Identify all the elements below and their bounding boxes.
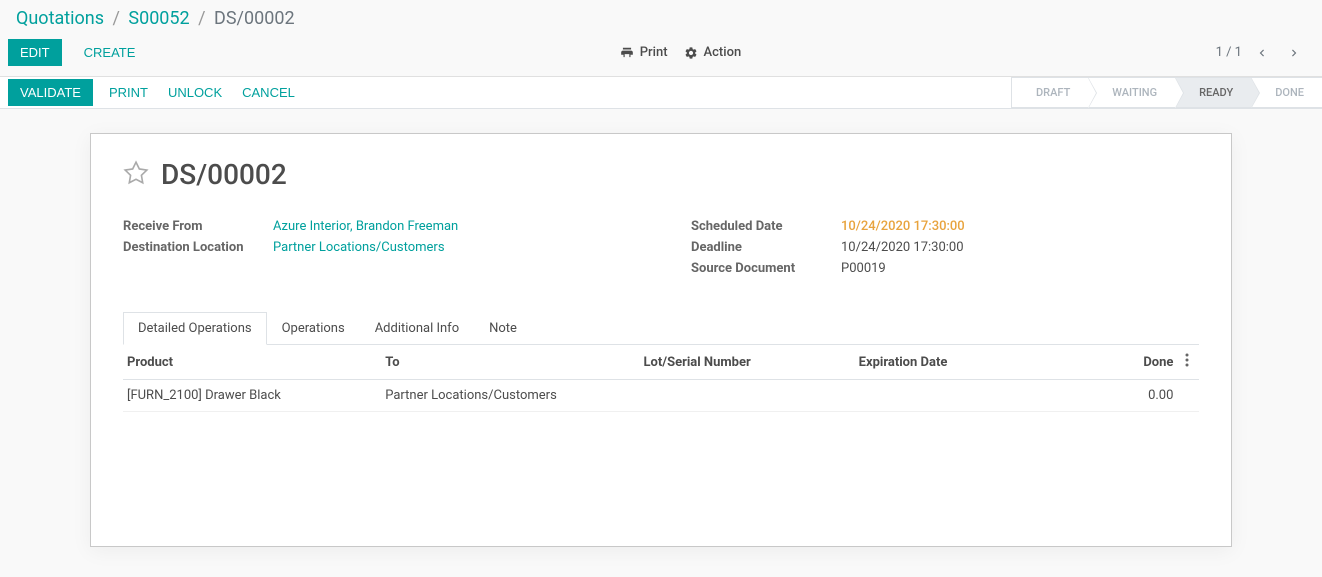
print-button[interactable]: Print <box>99 79 158 106</box>
th-product[interactable]: Product <box>123 345 381 380</box>
breadcrumb-quotations[interactable]: Quotations <box>16 8 104 29</box>
gear-icon <box>684 46 698 60</box>
validate-button[interactable]: Validate <box>8 79 93 106</box>
chevron-left-icon <box>1255 46 1269 60</box>
pager: 1 / 1 <box>1216 41 1306 65</box>
unlock-button[interactable]: Unlock <box>158 79 232 106</box>
th-lot[interactable]: Lot/Serial Number <box>639 345 854 380</box>
destination-label: Destination Location <box>123 240 273 255</box>
toolbar: Edit Create Print Action 1 / 1 <box>0 33 1322 77</box>
breadcrumb-sep: / <box>198 8 205 29</box>
pager-prev[interactable] <box>1250 41 1274 65</box>
pager-next[interactable] <box>1282 41 1306 65</box>
source-doc-label: Source Document <box>691 261 841 276</box>
action-menu[interactable]: Action <box>684 45 742 60</box>
breadcrumb-sep: / <box>112 8 119 29</box>
receive-from-value[interactable]: Azure Interior, Brandon Freeman <box>273 219 458 234</box>
stage-waiting[interactable]: Waiting <box>1088 77 1175 108</box>
kebab-icon <box>1185 353 1189 367</box>
cell-expiration <box>855 380 1070 412</box>
sheet-background: DS/00002 Receive From Azure Interior, Br… <box>0 109 1322 577</box>
tab-detailed-operations[interactable]: Detailed Operations <box>123 312 267 345</box>
table-empty-space <box>123 412 1199 522</box>
cell-product: [FURN_2100] Drawer Black <box>123 380 381 412</box>
deadline-label: Deadline <box>691 240 841 255</box>
receive-from-label: Receive From <box>123 219 273 234</box>
stage-ready[interactable]: Ready <box>1175 77 1251 108</box>
star-icon <box>123 160 149 186</box>
operations-table: Product To Lot/Serial Number Expiration … <box>123 345 1199 412</box>
cancel-button[interactable]: Cancel <box>232 79 305 106</box>
favorite-toggle[interactable] <box>123 160 149 190</box>
deadline-value: 10/24/2020 17:30:00 <box>841 240 964 255</box>
cell-done: 0.00 <box>1070 380 1178 412</box>
chevron-right-icon <box>1287 46 1301 60</box>
th-expiration[interactable]: Expiration Date <box>855 345 1070 380</box>
document-title: DS/00002 <box>161 158 287 191</box>
breadcrumb-current: DS/00002 <box>214 8 295 29</box>
source-doc-value: P00019 <box>841 261 886 276</box>
create-button[interactable]: Create <box>74 39 146 66</box>
breadcrumb-order[interactable]: S00052 <box>128 8 189 29</box>
table-row[interactable]: [FURN_2100] Drawer Black Partner Locatio… <box>123 380 1199 412</box>
print-icon <box>620 46 634 60</box>
tab-additional-info[interactable]: Additional Info <box>360 312 474 345</box>
stage-done[interactable]: Done <box>1251 77 1322 108</box>
tab-operations[interactable]: Operations <box>267 312 360 345</box>
th-to[interactable]: To <box>381 345 639 380</box>
th-done[interactable]: Done <box>1070 345 1178 380</box>
print-label: Print <box>640 45 668 60</box>
cell-lot <box>639 380 854 412</box>
status-stages: Draft Waiting Ready Done <box>1011 77 1322 108</box>
statusbar: Validate Print Unlock Cancel Draft Waiti… <box>0 77 1322 109</box>
tab-note[interactable]: Note <box>474 312 532 345</box>
edit-button[interactable]: Edit <box>8 39 62 66</box>
scheduled-date-label: Scheduled Date <box>691 219 841 234</box>
scheduled-date-value: 10/24/2020 17:30:00 <box>841 219 965 234</box>
destination-value[interactable]: Partner Locations/Customers <box>273 240 445 255</box>
tabs: Detailed Operations Operations Additiona… <box>123 312 1199 345</box>
action-label: Action <box>704 45 742 60</box>
columns-menu[interactable] <box>1181 356 1193 371</box>
breadcrumb: Quotations / S00052 / DS/00002 <box>0 0 1322 33</box>
pager-text: 1 / 1 <box>1216 45 1242 60</box>
cell-to: Partner Locations/Customers <box>381 380 639 412</box>
print-menu[interactable]: Print <box>620 45 668 60</box>
form-sheet: DS/00002 Receive From Azure Interior, Br… <box>90 133 1232 547</box>
stage-draft[interactable]: Draft <box>1011 77 1088 108</box>
